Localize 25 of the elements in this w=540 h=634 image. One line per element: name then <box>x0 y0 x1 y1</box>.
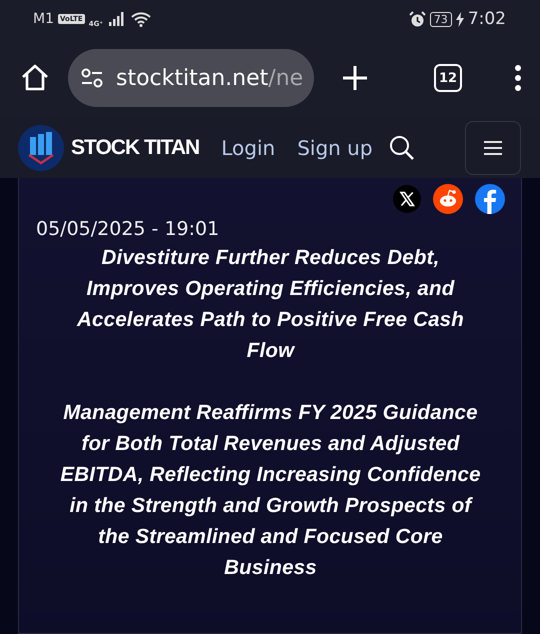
battery-level: 73 <box>430 12 452 26</box>
search-icon[interactable] <box>388 135 415 161</box>
facebook-share-icon[interactable] <box>475 184 505 214</box>
tab-count-button[interactable]: 12 <box>434 64 462 92</box>
menu-button[interactable] <box>465 121 521 175</box>
carrier-name: M1 <box>33 11 54 27</box>
more-menu-icon[interactable] <box>514 65 522 91</box>
reddit-share-icon[interactable] <box>433 184 463 214</box>
login-link[interactable]: Login <box>221 136 276 160</box>
new-tab-icon[interactable] <box>342 65 368 91</box>
site-settings-icon[interactable] <box>80 68 104 88</box>
logo-icon[interactable] <box>18 125 64 171</box>
article-date: 05/05/2025 - 19:01 <box>36 218 220 240</box>
url-text[interactable]: stocktitan.net/ne <box>116 66 304 90</box>
clock-time: 7:02 <box>468 9 506 29</box>
signup-link[interactable]: Sign up <box>297 136 373 160</box>
site-logo-text[interactable]: STOCK TITAN <box>71 136 200 160</box>
headline-text: Divestiture Further Reduces Debt, Improves Operating Efficiencies, and Accelerates Path to Positive Free Cash Flow <box>76 245 465 364</box>
x-share-icon[interactable] <box>393 185 421 213</box>
menu-icon[interactable] <box>484 141 502 155</box>
headline-text: Management Reaffirms FY 2025 Guidance for Both Total Revenues and Adjusted EBITDA, Reflecting Increasing Confidence in the Strength and Growth Prospects of the Streamlined and Focused Core Business <box>59 400 482 581</box>
address-bar[interactable]: stocktitan.net/ne <box>68 49 314 107</box>
home-icon[interactable] <box>20 63 50 93</box>
wifi-icon <box>131 11 152 27</box>
alarm-icon <box>408 10 426 28</box>
